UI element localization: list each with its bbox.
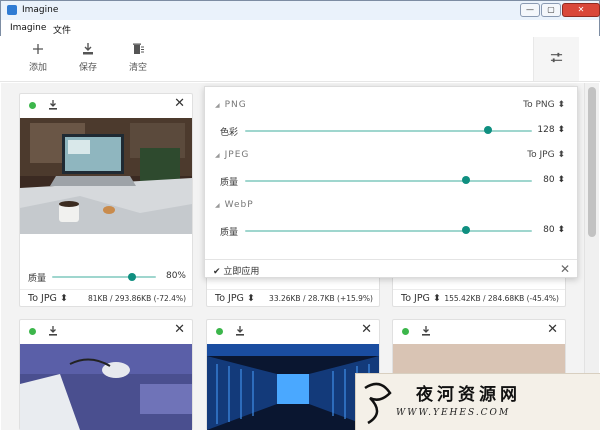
clear-button[interactable]: 清空	[118, 42, 158, 73]
add-label: 添加	[28, 63, 47, 73]
image-card: ✕ 质量 80% To JPG ⬍ 81KB / 293.86KB (-72.4…	[19, 93, 193, 307]
card-quality-row: 质量 80%	[28, 270, 186, 284]
status-dot	[29, 102, 36, 109]
quality-value: 80%	[165, 271, 186, 281]
apply-now-button[interactable]: ✔ 立即应用	[213, 264, 259, 277]
jpeg-quality-label: 质量	[220, 178, 239, 188]
webp-quality-slider-track[interactable]	[245, 230, 532, 232]
close-icon[interactable]: ✕	[361, 323, 372, 337]
card-format-row: To JPG ⬍ 33.26KB / 28.7KB (+15.9%)	[207, 289, 379, 305]
settings-panel: ◢ PNG To PNG ⬍ 色彩 128 ⬍ ◢ JPEG To JPG ⬍ 质量…	[204, 86, 578, 278]
png-format-label: To PNG	[523, 100, 555, 110]
webp-quality-label: 质量	[220, 228, 239, 238]
png-color-value: 128 ⬍	[537, 125, 565, 135]
jpeg-quality-slider-track[interactable]	[245, 180, 532, 182]
minimize-button[interactable]: —	[520, 3, 540, 17]
app-icon	[7, 5, 17, 15]
collapse-triangle-icon[interactable]: ◢	[215, 152, 221, 159]
format-select[interactable]: To JPG ⬍	[28, 293, 68, 304]
webp-quality-slider-knob[interactable]	[462, 226, 470, 234]
jpeg-format-label: To JPG	[527, 150, 555, 160]
maximize-button[interactable]: ▢	[541, 3, 561, 17]
quality-slider-track[interactable]	[52, 276, 156, 278]
quality-label: 质量	[28, 274, 47, 284]
webp-section-header: ◢ WebP	[215, 200, 254, 210]
size-info: 33.26KB / 28.7KB (+15.9%)	[269, 294, 373, 303]
webp-quality-value: 80 ⬍	[543, 225, 565, 235]
panel-footer: ✔ 立即应用 ✕	[205, 259, 577, 279]
save-button[interactable]: 保存	[68, 42, 108, 73]
png-section-header: ◢ PNG	[215, 100, 247, 110]
webp-section-label: WebP	[224, 200, 254, 210]
image-thumbnail-keyboard[interactable]	[20, 344, 192, 430]
webp-quality-value-text: 80	[543, 225, 555, 235]
size-info: 155.42KB / 284.68KB (-45.4%)	[444, 294, 559, 303]
plus-icon	[33, 44, 43, 54]
menu-imagine[interactable]: Imagine	[10, 23, 46, 33]
jpeg-quality-slider-knob[interactable]	[462, 176, 470, 184]
format-select[interactable]: To JPG ⬍	[401, 293, 441, 304]
apply-now-label: 立即应用	[223, 267, 260, 277]
window-titlebar: Imagine — ▢ ✕	[0, 0, 600, 20]
download-icon	[83, 43, 93, 55]
window-title: Imagine	[22, 5, 59, 15]
collapse-triangle-icon[interactable]: ◢	[215, 202, 221, 209]
format-select-label: To JPG	[28, 293, 57, 304]
format-select-label: To JPG	[401, 293, 430, 304]
download-icon[interactable]	[47, 325, 59, 337]
menu-bar: Imagine 文件	[0, 20, 600, 36]
close-icon[interactable]: ✕	[174, 97, 185, 111]
scrollbar-thumb[interactable]	[588, 87, 596, 237]
png-color-label: 色彩	[220, 128, 239, 138]
png-color-value-text: 128	[537, 125, 555, 135]
trash-icon	[133, 43, 144, 54]
jpeg-quality-value: 80 ⬍	[543, 175, 565, 185]
png-color-slider-knob[interactable]	[484, 126, 492, 134]
image-card: ✕	[206, 319, 380, 430]
image-card: ✕	[19, 319, 193, 430]
download-icon[interactable]	[47, 99, 59, 111]
jpeg-section-label: JPEG	[224, 150, 250, 160]
toolbar: 添加 保存 清空	[0, 36, 600, 82]
add-button[interactable]: 添加	[18, 42, 58, 73]
watermark-url: WWW.YEHES.COM	[396, 408, 511, 418]
png-section-label: PNG	[224, 100, 247, 110]
png-format-select[interactable]: To PNG ⬍	[523, 100, 565, 110]
jpeg-format-select[interactable]: To JPG ⬍	[527, 150, 565, 160]
status-dot	[29, 328, 36, 335]
double-check-icon: ✔	[213, 267, 221, 277]
format-select[interactable]: To JPG ⬍	[215, 293, 255, 304]
menu-file[interactable]: 文件	[53, 23, 71, 36]
download-icon[interactable]	[420, 325, 432, 337]
ornament-icon	[364, 382, 392, 425]
sliders-icon	[550, 52, 563, 63]
close-icon[interactable]: ✕	[174, 323, 185, 337]
download-icon[interactable]	[234, 325, 246, 337]
size-info: 81KB / 293.86KB (-72.4%)	[88, 294, 186, 303]
image-thumbnail-laptop[interactable]	[20, 118, 192, 234]
watermark-title: 夜河资源网	[416, 385, 521, 405]
watermark: 夜河资源网 WWW.YEHES.COM	[355, 373, 600, 430]
close-panel-icon[interactable]: ✕	[560, 262, 570, 276]
settings-toggle-button[interactable]	[533, 37, 579, 81]
jpeg-section-header: ◢ JPEG	[215, 150, 249, 160]
format-select-label: To JPG	[215, 293, 244, 304]
status-dot	[216, 328, 223, 335]
card-format-row: To JPG ⬍ 155.42KB / 284.68KB (-45.4%)	[393, 289, 565, 305]
close-window-button[interactable]: ✕	[562, 3, 600, 17]
collapse-triangle-icon[interactable]: ◢	[215, 102, 221, 109]
image-thumbnail-servers[interactable]	[207, 344, 379, 430]
status-dot	[402, 328, 409, 335]
clear-label: 清空	[128, 63, 147, 73]
quality-slider-knob[interactable]	[128, 273, 136, 281]
save-label: 保存	[78, 63, 97, 73]
card-format-row: To JPG ⬍ 81KB / 293.86KB (-72.4%)	[20, 289, 192, 305]
close-icon[interactable]: ✕	[547, 323, 558, 337]
jpeg-quality-value-text: 80	[543, 175, 555, 185]
